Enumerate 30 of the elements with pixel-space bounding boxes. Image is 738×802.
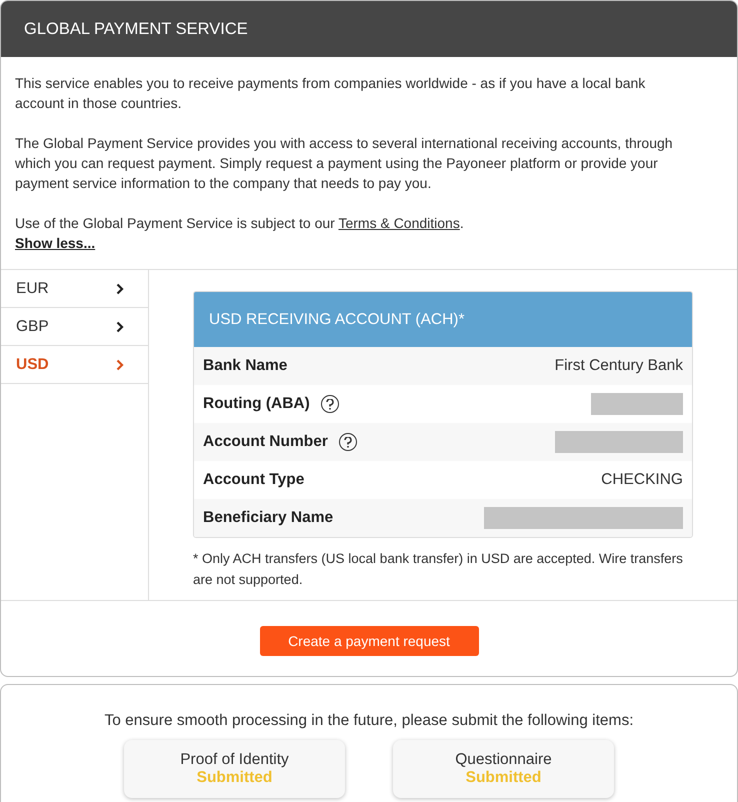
account-header: USD RECEIVING ACCOUNT (ACH)* [194, 292, 692, 347]
field-value: First Century Bank [554, 357, 683, 375]
show-less-link[interactable]: Show less... [15, 233, 96, 253]
currency-tab[interactable]: EUR [1, 270, 148, 308]
help-icon[interactable] [320, 395, 339, 413]
footnote: * Only ACH transfers (US local bank transfer) in USD are accepted. Wire transfers are not supported. [193, 550, 684, 589]
terms-sentence: Use of the Global Payment Service is subject to our Terms & Conditions. [15, 214, 465, 233]
field-label: Routing (ABA) [203, 395, 310, 413]
field-label: Beneficiary Name [203, 509, 334, 527]
requirement-status: Submitted [466, 769, 542, 787]
requirement-card[interactable]: Questionnaire Submitted [393, 740, 614, 798]
requirement-name: Proof of Identity [180, 751, 289, 769]
field-value: CHECKING [601, 471, 683, 489]
intro-paragraph: The Global Payment Service provides you with access to several international receiving accounts, through which you can request payment. Simply request a payment using the Payoneer platform or provide your payment service information to the company that needs to pay you. [15, 134, 674, 193]
requirement-name: Questionnaire [455, 751, 552, 769]
currency-tab[interactable]: USD [1, 346, 148, 384]
window-title: GLOBAL PAYMENT SERVICE [24, 20, 248, 38]
chevron-right-icon [116, 282, 124, 294]
field-label: Account Number [203, 433, 328, 451]
requirement-card[interactable]: Proof of Identity Submitted [124, 740, 345, 798]
terms-link[interactable]: Terms & Conditions [338, 215, 460, 231]
currency-tab[interactable]: GBP [1, 308, 148, 346]
requirement-status: Submitted [196, 769, 272, 787]
chevron-right-icon [116, 320, 124, 332]
requirements-prompt: To ensure smooth processing in the future, please submit the following items: [104, 712, 634, 730]
help-icon[interactable] [338, 433, 357, 451]
field-label: Bank Name [203, 357, 288, 375]
intro-paragraph: This service enables you to receive payments from companies worldwide - as if you have a local bank account in those countries. [15, 74, 646, 113]
chevron-right-icon [116, 358, 124, 370]
field-label: Account Type [203, 471, 304, 489]
